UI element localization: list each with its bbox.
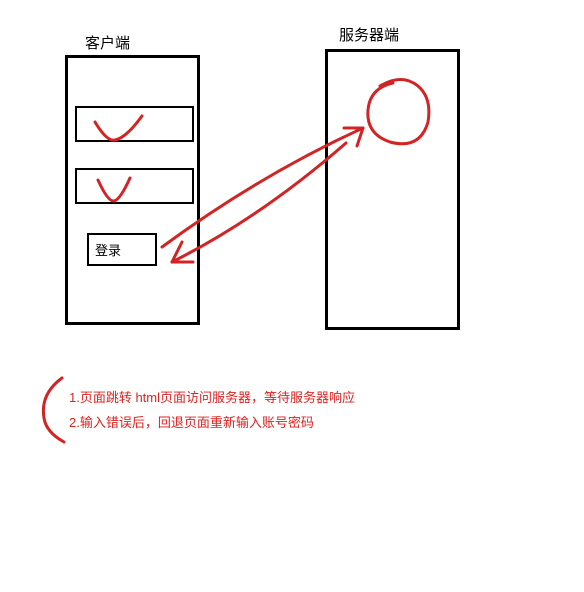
note-line-2: 2.输入错误后，回退页面重新输入账号密码 (69, 411, 355, 436)
username-input-box (75, 106, 194, 142)
server-heading: 服务器端 (339, 24, 399, 45)
notes-block: 1.页面跳转 html页面访问服务器，等待服务器响应 2.输入错误后，回退页面重… (69, 386, 355, 435)
note-line-1: 1.页面跳转 html页面访问服务器，等待服务器响应 (69, 386, 355, 411)
login-button-label: 登录 (95, 240, 121, 259)
server-container (325, 49, 460, 330)
client-container: 登录 (65, 55, 200, 325)
login-button[interactable]: 登录 (87, 233, 157, 266)
password-input-box (75, 168, 194, 204)
paren-icon (43, 378, 64, 442)
client-heading: 客户端 (85, 32, 130, 53)
